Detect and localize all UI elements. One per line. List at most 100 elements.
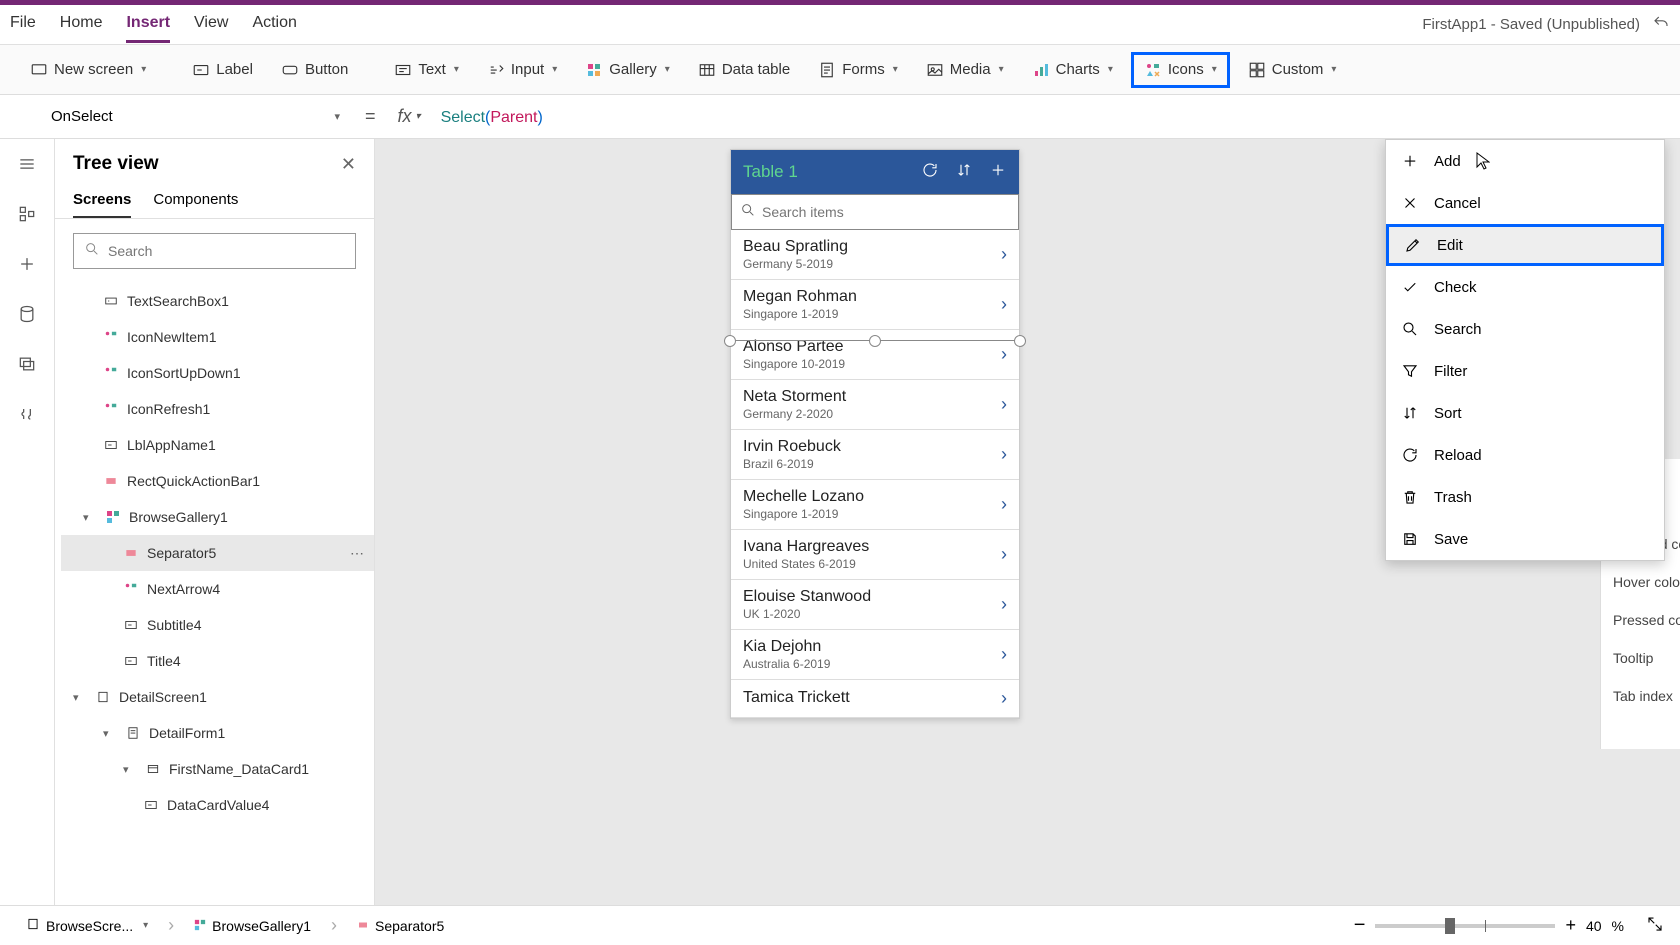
- ribbon-new-screen[interactable]: New screen▾: [20, 55, 156, 85]
- chevron-down-icon[interactable]: ▾: [73, 691, 87, 704]
- prop-tab-index[interactable]: Tab index: [1613, 677, 1680, 715]
- chevron-right-icon[interactable]: ›: [1001, 394, 1007, 415]
- tree-search-input[interactable]: [108, 243, 345, 259]
- chevron-down-icon[interactable]: ▾: [123, 763, 137, 776]
- icon-option-edit[interactable]: Edit: [1386, 224, 1664, 266]
- zoom-in-button[interactable]: +: [1565, 915, 1576, 936]
- list-item[interactable]: Ivana HargreavesUnited States 6-2019›: [731, 530, 1019, 580]
- fullscreen-icon[interactable]: [1646, 915, 1664, 936]
- insert-icon[interactable]: [16, 253, 38, 275]
- tree-node-detailform[interactable]: ▾DetailForm1: [61, 715, 374, 751]
- app-preview[interactable]: Table 1 Beau SpratlingGermany 5-2019›Meg…: [730, 149, 1020, 719]
- icon-option-reload[interactable]: Reload: [1386, 434, 1664, 476]
- chevron-right-icon[interactable]: ›: [1001, 244, 1007, 265]
- ribbon-custom[interactable]: Custom▾: [1238, 55, 1347, 85]
- chevron-right-icon[interactable]: ›: [1001, 688, 1007, 709]
- property-selector[interactable]: OnSelect▾: [38, 99, 353, 135]
- formula-input[interactable]: Select(Parent): [431, 107, 1680, 127]
- tree-search-box[interactable]: [73, 233, 356, 269]
- tree-node-nextarrow[interactable]: NextArrow4: [61, 571, 374, 607]
- ribbon-data-table[interactable]: Data table: [688, 55, 800, 85]
- tree-node-subtitle[interactable]: Subtitle4: [61, 607, 374, 643]
- ribbon-charts[interactable]: Charts▾: [1022, 55, 1123, 85]
- tree-view-icon[interactable]: [16, 203, 38, 225]
- chevron-down-icon[interactable]: ▾: [83, 511, 97, 524]
- icon-option-filter[interactable]: Filter: [1386, 350, 1664, 392]
- icon-option-search[interactable]: Search: [1386, 308, 1664, 350]
- tree-node-browsegallery[interactable]: ▾BrowseGallery1: [61, 499, 374, 535]
- ribbon-icons[interactable]: Icons▾: [1131, 52, 1230, 88]
- list-item[interactable]: Mechelle LozanoSingapore 1-2019›: [731, 480, 1019, 530]
- chevron-right-icon[interactable]: ›: [1001, 494, 1007, 515]
- zoom-out-button[interactable]: −: [1354, 914, 1366, 937]
- tab-screens[interactable]: Screens: [73, 183, 131, 218]
- list-item[interactable]: Elouise StanwoodUK 1-2020›: [731, 580, 1019, 630]
- tree-node-datacardvalue[interactable]: DataCardValue4: [61, 787, 374, 823]
- chevron-right-icon[interactable]: ›: [1001, 544, 1007, 565]
- tree-node-iconnewitem[interactable]: IconNewItem1: [61, 319, 374, 355]
- chevron-down-icon[interactable]: ▾: [103, 727, 117, 740]
- refresh-icon[interactable]: [921, 161, 939, 184]
- crumb-separator5[interactable]: Separator5: [347, 914, 454, 938]
- zoom-slider[interactable]: [1375, 924, 1555, 928]
- ribbon-gallery[interactable]: Gallery▾: [575, 55, 680, 85]
- chevron-right-icon[interactable]: ›: [1001, 294, 1007, 315]
- icon-option-sort[interactable]: Sort: [1386, 392, 1664, 434]
- close-icon[interactable]: ✕: [341, 154, 356, 175]
- advanced-icon[interactable]: [16, 403, 38, 425]
- tree-node-separator5[interactable]: Separator5⋯: [61, 535, 374, 571]
- media-rail-icon[interactable]: [16, 353, 38, 375]
- menu-file[interactable]: File: [10, 6, 36, 43]
- chevron-right-icon[interactable]: ›: [1001, 594, 1007, 615]
- list-item[interactable]: Kia DejohnAustralia 6-2019›: [731, 630, 1019, 680]
- prop-pressed-color[interactable]: Pressed color: [1613, 601, 1680, 639]
- menu-action[interactable]: Action: [252, 6, 296, 43]
- chevron-right-icon[interactable]: ›: [1001, 444, 1007, 465]
- list-item[interactable]: Megan RohmanSingapore 1-2019›: [731, 280, 1019, 330]
- icon-option-check[interactable]: Check: [1386, 266, 1664, 308]
- icon-option-cancel[interactable]: Cancel: [1386, 182, 1664, 224]
- list-item[interactable]: Irvin RoebuckBrazil 6-2019›: [731, 430, 1019, 480]
- ribbon-media[interactable]: Media▾: [916, 55, 1014, 85]
- more-icon[interactable]: ⋯: [350, 545, 364, 562]
- list-item[interactable]: Beau SpratlingGermany 5-2019›: [731, 230, 1019, 280]
- app-search-input[interactable]: [762, 204, 1010, 220]
- ribbon-label[interactable]: Label: [182, 55, 263, 85]
- hamburger-icon[interactable]: [16, 153, 38, 175]
- tree-node-detailscreen[interactable]: ▾DetailScreen1: [61, 679, 374, 715]
- canvas[interactable]: Table 1 Beau SpratlingGermany 5-2019›Meg…: [375, 139, 1680, 905]
- crumb-browsegallery[interactable]: BrowseGallery1: [184, 914, 321, 938]
- tree-node-firstname-datacard[interactable]: ▾FirstName_DataCard1: [61, 751, 374, 787]
- icon-option-add[interactable]: Add: [1386, 140, 1664, 182]
- add-icon[interactable]: [989, 161, 1007, 184]
- tree-node-iconrefresh[interactable]: IconRefresh1: [61, 391, 374, 427]
- ribbon-button[interactable]: Button: [271, 55, 358, 85]
- tab-components[interactable]: Components: [153, 183, 238, 218]
- icon-option-trash[interactable]: Trash: [1386, 476, 1664, 518]
- menu-home[interactable]: Home: [60, 6, 103, 43]
- fx-icon[interactable]: fx▾: [388, 106, 431, 127]
- app-search-box[interactable]: [731, 194, 1019, 230]
- tree-node-lblappname[interactable]: LblAppName1: [61, 427, 374, 463]
- menu-insert[interactable]: Insert: [126, 6, 170, 43]
- undo-icon[interactable]: [1652, 14, 1670, 36]
- chevron-right-icon[interactable]: ›: [1001, 644, 1007, 665]
- menu-view[interactable]: View: [194, 6, 228, 43]
- selection-handles[interactable]: [724, 340, 1026, 344]
- tree-node-rectquickaction[interactable]: RectQuickActionBar1: [61, 463, 374, 499]
- icon-option-save[interactable]: Save: [1386, 518, 1664, 560]
- tree-node-iconsortupdown[interactable]: IconSortUpDown1: [61, 355, 374, 391]
- ribbon-text[interactable]: Text▾: [384, 55, 469, 85]
- list-item[interactable]: Tamica Trickett›: [731, 680, 1019, 718]
- data-icon[interactable]: [16, 303, 38, 325]
- sort-icon[interactable]: [955, 161, 973, 184]
- ribbon-input[interactable]: Input▾: [477, 55, 567, 85]
- tree-node-textsearchbox[interactable]: TextSearchBox1: [61, 283, 374, 319]
- list-item[interactable]: Neta StormentGermany 2-2020›: [731, 380, 1019, 430]
- crumb-browsescreen[interactable]: BrowseScre...▾: [16, 913, 158, 938]
- ribbon-forms[interactable]: Forms▾: [808, 55, 908, 85]
- chevron-right-icon[interactable]: ›: [1001, 344, 1007, 365]
- prop-tooltip[interactable]: Tooltip: [1613, 639, 1680, 677]
- prop-hover-color[interactable]: Hover color: [1613, 563, 1680, 601]
- tree-node-title[interactable]: Title4: [61, 643, 374, 679]
